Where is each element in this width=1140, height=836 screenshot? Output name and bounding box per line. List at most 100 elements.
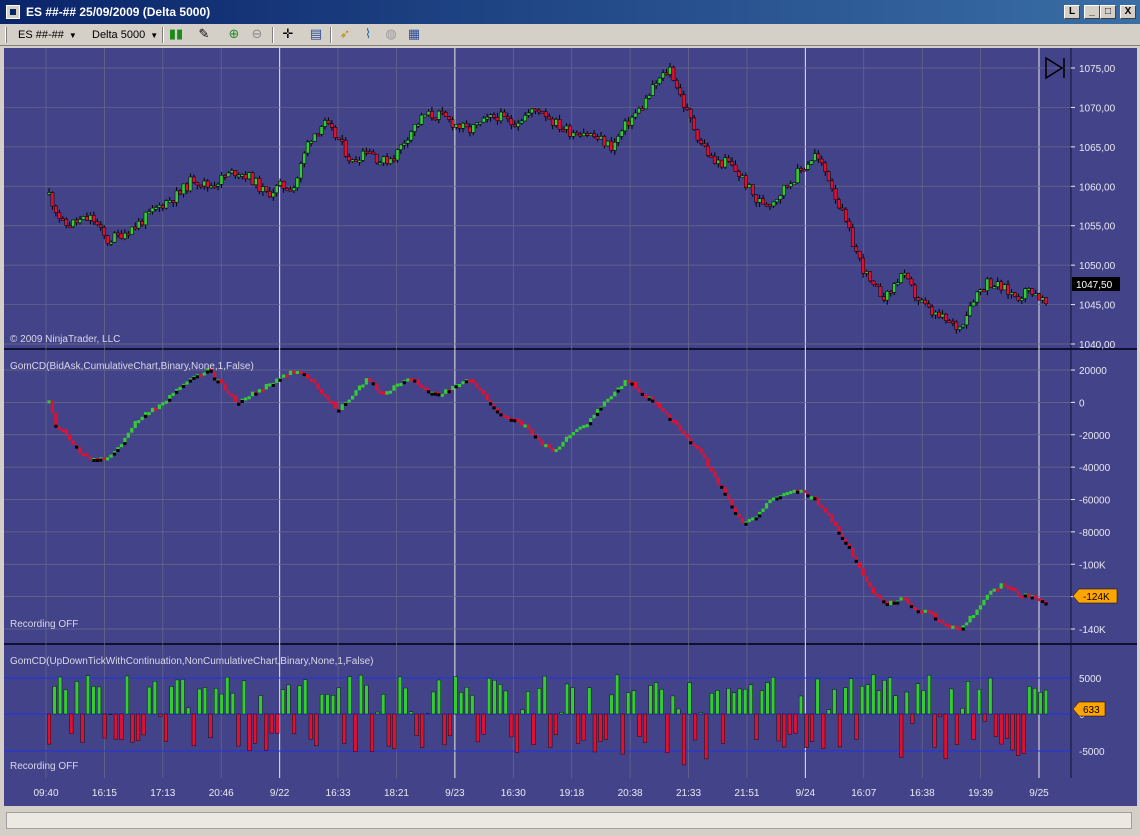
candle-body: [150, 207, 155, 213]
candle-body: [140, 221, 144, 226]
delta-bar: [342, 713, 347, 744]
cd-bar: [585, 424, 589, 428]
delta-bar: [893, 695, 898, 715]
crosshair-icon[interactable]: ✛: [280, 27, 296, 43]
cd-bar: [185, 381, 189, 385]
period-select[interactable]: Delta 5000 ▼: [92, 27, 158, 43]
delta-bar: [80, 713, 85, 743]
cd-bar: [364, 378, 368, 385]
cd-bar: [250, 391, 255, 397]
delta-bar: [475, 713, 480, 743]
cd-bar-marker: [188, 379, 193, 383]
candle-body: [74, 219, 79, 224]
candle-body: [750, 184, 755, 195]
candle-body: [278, 180, 282, 186]
delta-bar: [765, 682, 770, 715]
app-icon[interactable]: [6, 5, 20, 19]
cd-bar: [537, 437, 541, 441]
chart-area[interactable]: 09:40 16:15 17:13 20:46 9/22 16:33 18:21 9/23 16…: [4, 48, 1137, 806]
delta-bar: [1010, 713, 1015, 751]
cd-bar-marker: [599, 407, 603, 411]
delta-bar: [559, 712, 564, 715]
instrument-select[interactable]: ES ##-## ▼: [18, 27, 77, 43]
delta-bar: [108, 713, 113, 715]
cd-bar: [768, 499, 772, 504]
candle-body: [298, 163, 303, 179]
cd-bar: [133, 420, 137, 429]
cd-bar: [996, 588, 1000, 592]
horizontal-scrollbar[interactable]: [6, 812, 1132, 829]
delta-bar: [481, 713, 486, 735]
delta-bar: [214, 688, 219, 715]
candle-body: [419, 114, 424, 125]
candle-body: [709, 155, 714, 158]
delta-bar: [715, 690, 720, 715]
delta-bar: [659, 689, 664, 715]
cd-bar: [702, 453, 707, 458]
candle-body: [405, 139, 410, 144]
strategy-icon[interactable]: ➶: [337, 27, 353, 43]
candle-body: [695, 129, 700, 141]
cd-bar: [1013, 588, 1017, 592]
delta-bar: [676, 708, 681, 715]
delta-bar: [581, 713, 586, 741]
candle-body: [868, 271, 872, 282]
delta-bar: [308, 713, 313, 740]
properties-icon[interactable]: ▤: [308, 27, 324, 43]
candle-body: [471, 124, 476, 133]
candle-body: [747, 184, 752, 188]
candle-body: [378, 162, 383, 166]
delta-bar: [124, 675, 129, 715]
cd-bar: [809, 496, 814, 500]
candle-body: [944, 313, 948, 321]
link-button[interactable]: L: [1064, 5, 1080, 19]
candle-body: [105, 235, 110, 244]
cd-bar: [782, 493, 786, 497]
data-box-icon[interactable]: ▦: [406, 27, 422, 43]
candle-body: [381, 156, 386, 164]
delta-bar: [503, 690, 508, 715]
close-button[interactable]: X: [1120, 5, 1136, 19]
cd-bar-marker: [430, 392, 434, 396]
delta-bar: [837, 713, 842, 748]
candle-body: [712, 155, 717, 164]
delta-bar: [966, 681, 971, 715]
minimize-button[interactable]: _: [1084, 5, 1100, 19]
candle-body: [999, 281, 1004, 291]
delta-bar: [136, 713, 141, 741]
maximize-button[interactable]: □: [1100, 5, 1116, 19]
cd-bar: [350, 395, 355, 400]
candle-body: [671, 66, 676, 81]
candlestick-icon[interactable]: ▮▮: [168, 27, 184, 43]
cd-bar-marker: [720, 485, 724, 489]
cd-bar: [392, 385, 396, 391]
delta-bar: [414, 713, 419, 736]
candle-body: [957, 326, 962, 330]
delta-bar: [743, 689, 748, 715]
candle-body: [95, 221, 100, 226]
cd-bar-marker: [1030, 596, 1034, 600]
cd-bar-marker: [837, 531, 841, 535]
toolbar-grip: [5, 27, 7, 43]
delta-bar: [448, 713, 453, 737]
pencil-icon[interactable]: ✎: [196, 27, 212, 43]
delta-bar: [849, 678, 854, 715]
cd-bar: [395, 383, 400, 387]
candle-body: [174, 190, 179, 203]
cd-bar-marker: [513, 419, 517, 423]
indicator-icon[interactable]: ⌇: [360, 27, 376, 43]
zoom-out-icon[interactable]: ⊖: [249, 27, 265, 43]
cd-bar: [1006, 585, 1010, 589]
cd-bar: [644, 394, 648, 399]
cd-bar: [626, 380, 631, 384]
cd-bar-marker: [447, 390, 451, 394]
clock-icon[interactable]: ◍: [383, 27, 399, 43]
cd-bar: [802, 489, 807, 494]
delta-bar: [186, 707, 191, 715]
zoom-in-icon[interactable]: ⊕: [226, 27, 242, 43]
chart-canvas[interactable]: 09:40 16:15 17:13 20:46 9/22 16:33 18:21 9/23 16…: [4, 48, 1137, 806]
candle-body: [147, 211, 151, 215]
candle-body: [623, 120, 627, 132]
candle-body: [512, 124, 517, 127]
time-tick-label: 16:15: [92, 788, 117, 799]
